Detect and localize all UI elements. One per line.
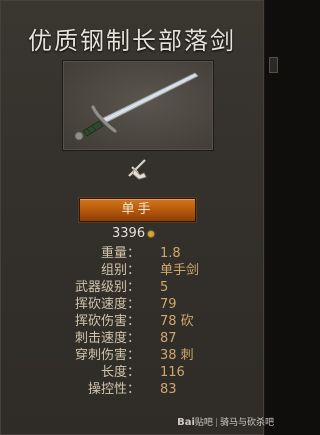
one-handed-sword-icon [124, 155, 150, 181]
stat-value: 38 刺 [160, 348, 194, 363]
stat-row-length: 长度： 116 [0, 364, 264, 381]
stat-row-tier: 武器级别： 5 [0, 279, 264, 296]
stat-row-handling: 操控性： 83 [0, 381, 264, 398]
stat-label: 穿刺伤害： [74, 348, 140, 363]
stat-row-group: 组别： 单手剑 [0, 262, 264, 279]
stat-value: 87 [160, 331, 177, 346]
stat-row-thrust-damage: 穿刺伤害： 38 刺 [0, 347, 264, 364]
sword-image [74, 72, 199, 141]
stat-label: 武器级别： [74, 280, 140, 295]
stat-label: 挥砍伤害： [74, 314, 140, 329]
stat-row-swing-damage: 挥砍伤害： 78 砍 [0, 313, 264, 330]
stat-label: 重量： [100, 246, 140, 261]
stat-row-swing-speed: 挥砍速度： 79 [0, 296, 264, 313]
stat-value: 单手剑 [160, 263, 200, 278]
item-price: 3396 [112, 225, 155, 243]
stat-value: 5 [160, 280, 169, 295]
price-value: 3396 [112, 226, 146, 241]
watermark-brand-suffix: 贴吧 [194, 418, 213, 428]
stat-row-thrust-speed: 刺击速度： 87 [0, 330, 264, 347]
stat-value: 116 [160, 365, 185, 380]
stat-label: 组别： [100, 263, 140, 278]
stat-row-weight: 重量： 1.8 [0, 245, 264, 262]
watermark: Bai贴吧 | 骑马与砍杀吧 [177, 417, 274, 428]
stat-value: 1.8 [160, 246, 181, 261]
gold-coin-icon [148, 230, 155, 237]
stat-value: 79 [160, 297, 177, 312]
sword-thumbnail [62, 60, 214, 151]
stat-value: 78 砍 [160, 314, 194, 329]
stat-value: 83 [160, 382, 177, 397]
watermark-forum: 骑马与砍杀吧 [219, 418, 274, 428]
stat-label: 长度： [100, 365, 140, 380]
handedness-button[interactable]: 单手 [79, 198, 196, 222]
scrollbar[interactable] [269, 52, 278, 122]
item-title: 优质钢制长部落剑 [28, 27, 236, 55]
item-tooltip-panel: 优质钢制长部落剑 单手 3396 重量： 1.8 组别： 单手剑 武器级别： 5… [0, 0, 265, 435]
scrollbar-grip[interactable] [269, 57, 278, 73]
stat-label: 挥砍速度： [74, 297, 140, 312]
watermark-brand: Bai [177, 417, 195, 428]
stat-label: 操控性： [87, 382, 140, 397]
stat-label: 刺击速度： [74, 331, 140, 346]
